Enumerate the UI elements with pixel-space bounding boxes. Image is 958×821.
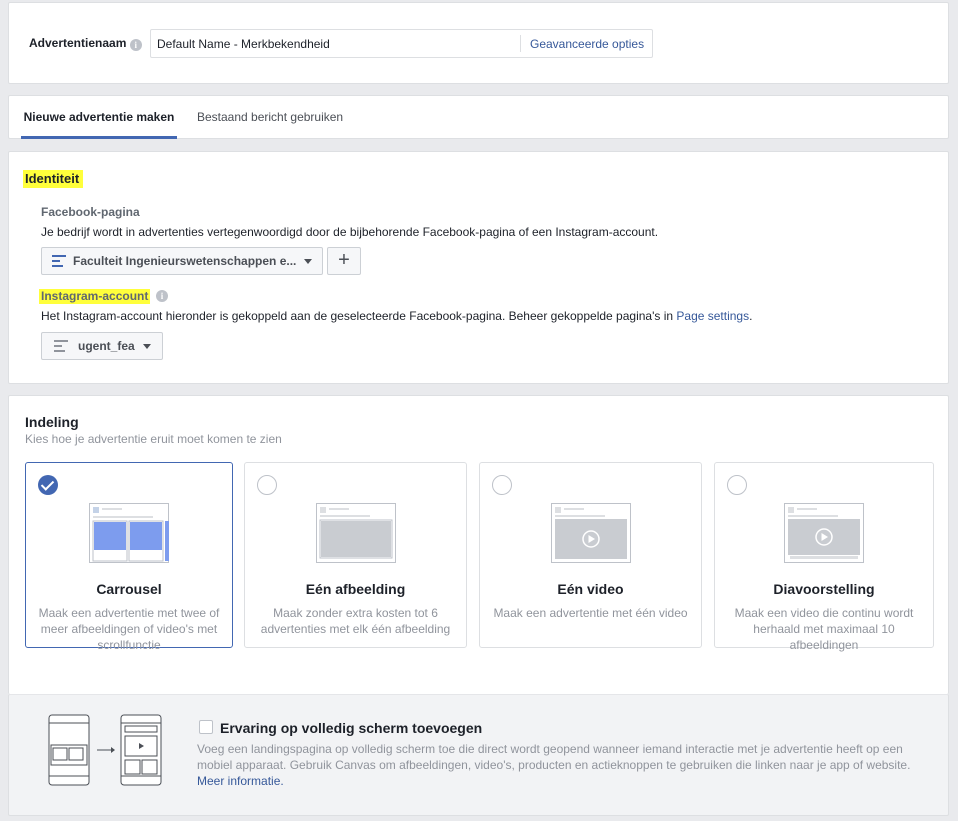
single-image-illustration-icon	[315, 503, 396, 563]
format-name: Eén video	[557, 581, 624, 597]
divider	[520, 35, 521, 52]
instagram-account-icon	[54, 340, 68, 352]
facebook-page-description: Je bedrijf wordt in advertenties vertege…	[41, 225, 659, 239]
format-section: Indeling Kies hoe je advertentie eruit m…	[8, 395, 949, 694]
radio-button[interactable]	[492, 475, 512, 495]
format-subtitle: Kies hoe je advertentie eruit moet komen…	[25, 432, 282, 446]
format-title: Indeling	[25, 414, 79, 430]
identity-section: Identiteit Facebook-pagina Je bedrijf wo…	[8, 151, 949, 384]
format-description: Maak een video die continu wordt herhaal…	[734, 606, 914, 652]
canvas-section: Ervaring op volledig scherm toevoegen Vo…	[8, 694, 949, 816]
ad-name-field-wrapper: Geavanceerde opties	[150, 29, 653, 58]
format-description: Maak een advertentie met één video	[493, 606, 688, 620]
fullscreen-experience-label[interactable]: Ervaring op volledig scherm toevoegen	[220, 720, 482, 736]
canvas-illustration-icon	[48, 714, 162, 786]
tab-existing-post[interactable]: Bestaand bericht gebruiken	[197, 96, 343, 139]
format-option-carousel[interactable]: Carrousel Maak een advertentie met twee …	[25, 462, 233, 652]
ad-name-input[interactable]	[151, 30, 521, 57]
info-icon[interactable]: i	[156, 290, 168, 302]
instagram-account-label: Instagram-account	[39, 289, 151, 304]
format-description: Maak zonder extra kosten tot 6 advertent…	[260, 606, 451, 636]
format-name: Carrousel	[96, 581, 162, 597]
page-flag-icon	[52, 255, 66, 267]
fullscreen-experience-checkbox[interactable]	[199, 720, 213, 734]
instagram-account-selected: ugent_fea	[78, 339, 135, 353]
format-name: Diavoorstelling	[773, 581, 875, 597]
format-option-single-video[interactable]: Eén video Maak een advertentie met één v…	[479, 462, 702, 648]
format-option-slideshow[interactable]: Diavoorstelling Maak een video die conti…	[714, 462, 934, 652]
ad-name-label-row: Advertentienaam i	[29, 36, 142, 51]
video-illustration-icon	[550, 503, 631, 563]
radio-button[interactable]	[257, 475, 277, 495]
more-info-link[interactable]: Meer informatie.	[197, 774, 284, 788]
tab-new-ad[interactable]: Nieuwe advertentie maken	[21, 96, 177, 139]
creation-tabs: Nieuwe advertentie maken Bestaand berich…	[8, 95, 949, 139]
facebook-page-selected: Faculteit Ingenieurswetenschappen e...	[73, 254, 297, 268]
chevron-down-icon	[143, 344, 151, 349]
format-name: Eén afbeelding	[305, 581, 406, 597]
instagram-description-text: Het Instagram-account hieronder is gekop…	[41, 309, 677, 323]
format-option-single-image[interactable]: Eén afbeelding Maak zonder extra kosten …	[244, 462, 467, 648]
facebook-page-dropdown[interactable]: Faculteit Ingenieurswetenschappen e...	[41, 247, 323, 275]
checkmark-icon	[38, 475, 58, 495]
add-page-button[interactable]: +	[327, 247, 361, 275]
radio-button[interactable]	[727, 475, 747, 495]
facebook-page-label: Facebook-pagina	[41, 205, 140, 219]
info-icon[interactable]: i	[129, 39, 142, 51]
canvas-description-text: Voeg een landingspagina op volledig sche…	[197, 742, 911, 772]
chevron-down-icon	[304, 259, 312, 264]
canvas-description: Voeg een landingspagina op volledig sche…	[197, 741, 927, 789]
slideshow-illustration-icon	[784, 503, 864, 563]
instagram-description: Het Instagram-account hieronder is gekop…	[41, 309, 752, 323]
ad-name-section: Advertentienaam i Geavanceerde opties	[8, 2, 949, 84]
advanced-options-link[interactable]: Geavanceerde opties	[530, 37, 644, 51]
format-description: Maak een advertentie met twee of meer af…	[38, 606, 220, 652]
instagram-account-dropdown[interactable]: ugent_fea	[41, 332, 163, 360]
carousel-illustration-icon	[89, 503, 169, 563]
ad-name-label: Advertentienaam	[29, 36, 127, 50]
identity-title: Identiteit	[23, 170, 84, 188]
page-settings-link[interactable]: Page settings	[676, 309, 749, 323]
instagram-description-end: .	[749, 309, 753, 323]
